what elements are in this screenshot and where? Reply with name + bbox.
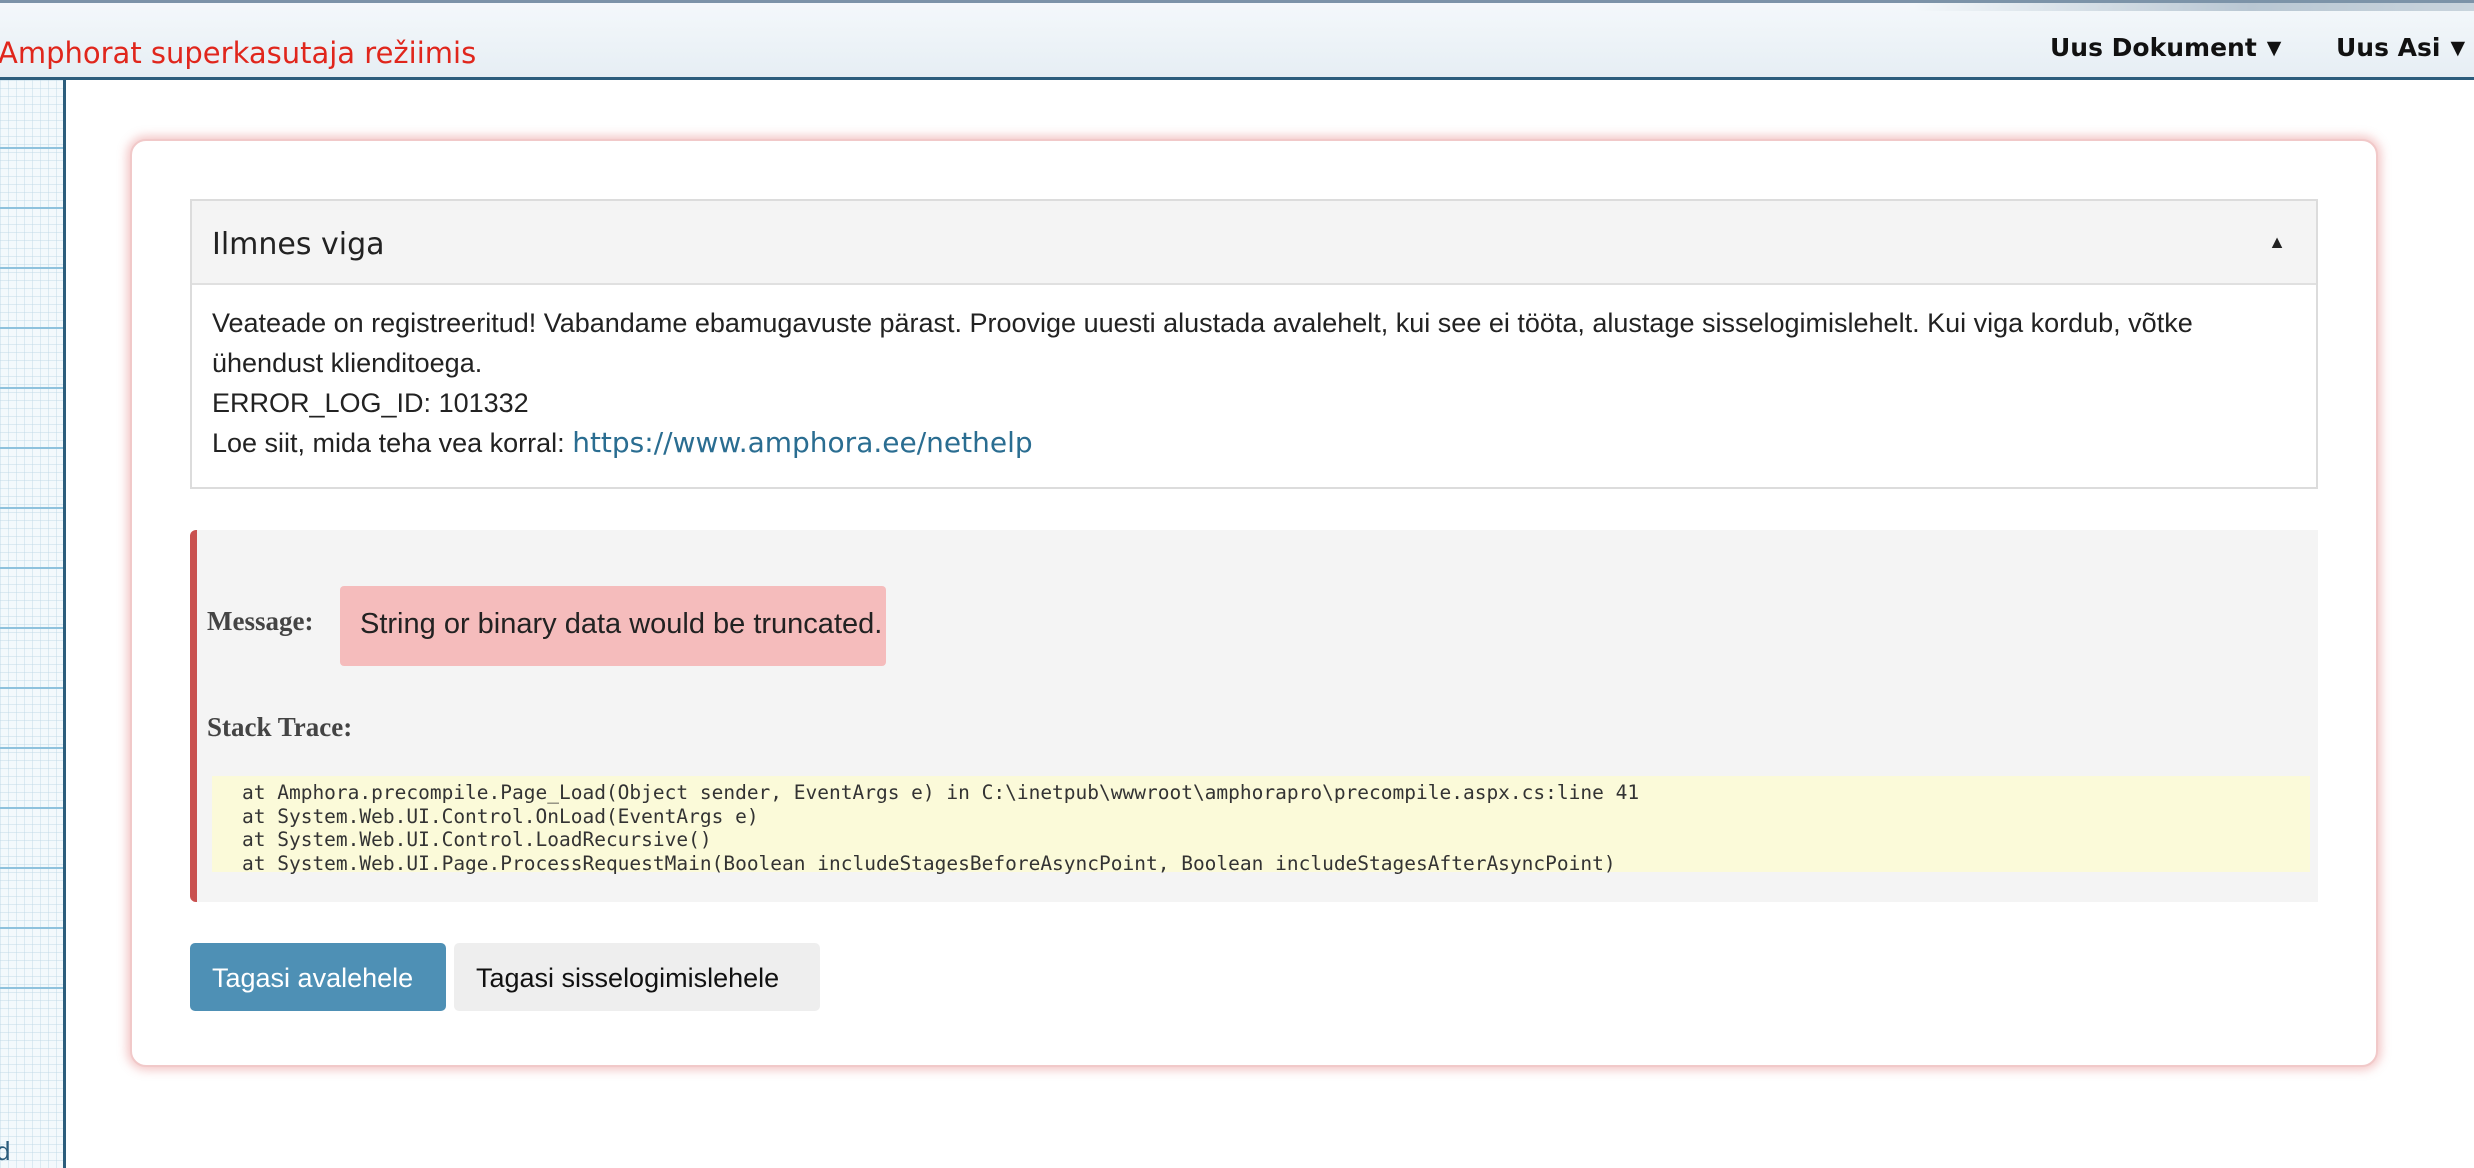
new-case-menu[interactable]: Uus Asi ▼ — [2336, 33, 2465, 62]
error-panel-header[interactable]: Ilmnes viga ▲ — [192, 201, 2316, 285]
top-bar: Amphorat superkasutaja režiimis Uus Doku… — [0, 0, 2474, 80]
error-description: Veateade on registreeritud! Vabandame eb… — [212, 308, 2193, 378]
sidebar-truncated-label: d — [0, 1136, 11, 1166]
stack-trace: at Amphora.precompile.Page_Load(Object s… — [212, 776, 2310, 875]
sidebar-item[interactable] — [0, 987, 63, 989]
stack-trace-line: at System.Web.UI.Control.LoadRecursive() — [242, 828, 712, 851]
sidebar-item[interactable] — [0, 507, 63, 509]
message-label: Message: — [207, 606, 314, 636]
sidebar-item[interactable] — [0, 267, 63, 269]
back-to-login-button[interactable]: Tagasi sisselogimislehele — [454, 943, 820, 1011]
error-panel: Ilmnes viga ▲ Veateade on registreeritud… — [190, 199, 2318, 489]
stack-trace-line: at Amphora.precompile.Page_Load(Object s… — [242, 781, 1640, 804]
new-case-menu-label: Uus Asi — [2336, 33, 2441, 62]
sidebar-item[interactable] — [0, 867, 63, 869]
sidebar-item[interactable] — [0, 327, 63, 329]
new-document-menu-label: Uus Dokument — [2050, 33, 2257, 62]
back-to-home-button[interactable]: Tagasi avalehele — [190, 943, 446, 1011]
sidebar-item[interactable] — [0, 147, 63, 149]
sidebar-item[interactable] — [0, 687, 63, 689]
sidebar-item[interactable] — [0, 927, 63, 929]
error-log-id-label: ERROR_LOG_ID: — [212, 388, 432, 418]
sidebar-item[interactable] — [0, 387, 63, 389]
error-message: String or binary data would be truncated… — [340, 586, 886, 666]
sidebar-item[interactable] — [0, 627, 63, 629]
stack-trace-line: at System.Web.UI.Control.OnLoad(EventArg… — [242, 804, 759, 828]
error-details: Message: String or binary data would be … — [190, 530, 2318, 902]
error-panel-body: Veateade on registreeritud! Vabandame eb… — [192, 285, 2316, 463]
help-text: Loe siit, mida teha vea korral: — [212, 428, 565, 458]
help-link[interactable]: https://www.amphora.ee/nethelp — [572, 426, 1032, 459]
new-document-menu[interactable]: Uus Dokument ▼ — [2050, 33, 2281, 62]
sidebar-item[interactable] — [0, 447, 63, 449]
top-bar-accent — [1914, 3, 2474, 11]
sidebar-item[interactable] — [0, 567, 63, 569]
error-panel-title: Ilmnes viga — [212, 227, 385, 262]
superuser-mode-label: Amphorat superkasutaja režiimis — [0, 36, 477, 70]
sidebar: d — [0, 80, 66, 1168]
error-card: Ilmnes viga ▲ Veateade on registreeritud… — [130, 139, 2378, 1067]
stack-trace-label: Stack Trace: — [207, 712, 353, 742]
sidebar-item[interactable] — [0, 747, 63, 749]
stack-trace-line: at System.Web.UI.Page.ProcessRequestMain… — [242, 851, 1616, 875]
sidebar-item[interactable] — [0, 207, 63, 209]
caret-down-icon: ▼ — [2450, 37, 2466, 59]
error-log-id-row: ERROR_LOG_ID: 101332 — [212, 383, 2296, 423]
error-log-id-value: 101332 — [438, 388, 529, 418]
sidebar-item[interactable] — [0, 807, 63, 809]
collapse-triangle-icon[interactable]: ▲ — [2268, 232, 2286, 253]
caret-down-icon: ▼ — [2266, 37, 2282, 59]
help-row: Loe siit, mida teha vea korral: https://… — [212, 423, 2296, 463]
